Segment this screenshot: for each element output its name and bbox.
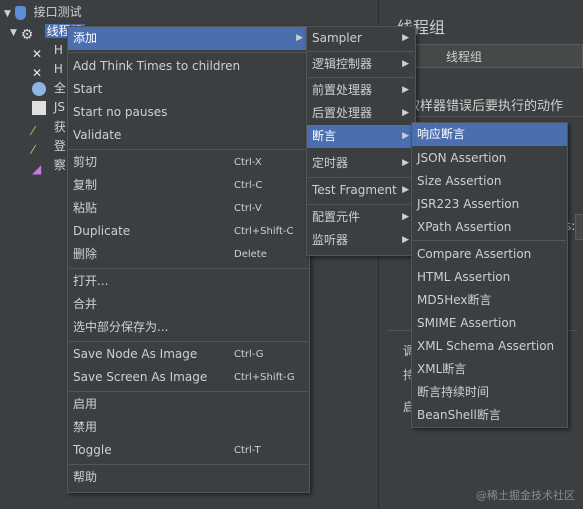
tree-node-child[interactable]: ✕ H [32,59,63,80]
assertion-item-jsr223[interactable]: JSR223 Assertion [412,193,567,216]
name-input-value: 线程组 [446,50,483,64]
menu-item-toggle[interactable]: Toggle Ctrl-T [68,439,309,462]
menu-item-add[interactable]: 添加 ▶ [68,27,309,50]
menu-item-start[interactable]: Start [68,78,309,101]
menu-item-save-selection-as[interactable]: 选中部分保存为... [68,316,309,339]
chevron-right-icon: ▶ [402,131,409,141]
menu-item-delete[interactable]: 删除 Delete [68,243,309,266]
menu-item-save-node-as-image[interactable]: Save Node As Image Ctrl-G [68,343,309,366]
menu-item-duplicate[interactable]: Duplicate Ctrl+Shift-C [68,220,309,243]
submenu-item-pre-processor[interactable]: 前置处理器 ▶ [307,79,415,102]
assertion-item-response[interactable]: 响应断言 [412,123,567,146]
assertion-submenu: 响应断言 JSON Assertion Size Assertion JSR22… [411,122,568,428]
menu-separator [69,149,308,150]
menu-item-start-no-pauses[interactable]: Start no pauses [68,101,309,124]
tree-node-child[interactable]: ◢ 察 [32,155,66,176]
tree-child-label: 获 [53,120,66,134]
menu-separator [413,240,566,241]
collapse-arrow-icon[interactable]: ▼ [4,9,11,19]
assertion-item-html[interactable]: HTML Assertion [412,266,567,289]
menu-item-paste[interactable]: 粘贴 Ctrl-V [68,197,309,220]
assertion-item-size[interactable]: Size Assertion [412,170,567,193]
submenu-item-test-fragment[interactable]: Test Fragment ▶ [307,179,415,202]
menu-separator [69,268,308,269]
tree-child-label: 登 [53,139,66,153]
assertion-item-smime[interactable]: SMIME Assertion [412,312,567,335]
tree-child-label: H [53,62,63,76]
menu-item-enable[interactable]: 启用 [68,393,309,416]
submenu-item-config-element[interactable]: 配置元件 ▶ [307,206,415,229]
submenu-item-sampler[interactable]: Sampler ▶ [307,27,415,50]
tree-child-label: 全 [53,81,66,95]
menu-separator [69,391,308,392]
submenu-item-logic-controller[interactable]: 逻辑控制器 ▶ [307,53,415,76]
chevron-right-icon: ▶ [402,33,409,43]
document-icon [32,100,46,115]
assertion-item-xml[interactable]: XML断言 [412,358,567,381]
submenu-item-listener[interactable]: 监听器 ▶ [307,229,415,252]
name-input[interactable]: 线程组 [413,44,583,68]
error-action-label: 取样器错误后要执行的动作 [407,99,564,114]
tree-node-child[interactable]: ⁄ 登 [32,136,66,157]
tree-node-child[interactable]: 全 [32,78,66,98]
assertion-item-xml-schema[interactable]: XML Schema Assertion [412,335,567,358]
tree-child-label: JS [53,100,65,114]
menu-item-validate[interactable]: Validate [68,124,309,147]
menu-item-merge[interactable]: 合并 [68,293,309,316]
collapse-arrow-icon[interactable]: ▼ [10,28,17,38]
submenu-item-assertion[interactable]: 断言 ▶ [307,125,415,148]
chevron-right-icon: ▶ [402,108,409,118]
tree-node-child[interactable]: ✕ H [32,40,63,61]
chart-icon: ◢ [32,161,42,176]
tree-node-child[interactable]: JS [32,97,65,117]
chevron-right-icon: ▶ [402,85,409,95]
menu-item-add-think-times[interactable]: Add Think Times to children [68,55,309,78]
globe-icon [32,81,46,96]
pipette-icon: ⁄ [32,142,35,157]
flask-icon [14,5,26,20]
wrench-icon: ✕ [32,65,43,80]
chevron-right-icon: ▶ [402,59,409,69]
menu-item-cut[interactable]: 剪切 Ctrl-X [68,151,309,174]
assertion-item-beanshell[interactable]: BeanShell断言 [412,404,567,427]
tree-child-label: H [53,43,63,57]
menu-separator [308,177,414,178]
gear-icon: ⚙ [20,26,34,43]
chevron-right-icon: ▶ [402,212,409,222]
submenu-item-post-processor[interactable]: 后置处理器 ▶ [307,102,415,125]
menu-item-help[interactable]: 帮助 [68,466,309,489]
chevron-right-icon: ▶ [402,185,409,195]
menu-item-save-screen-as-image[interactable]: Save Screen As Image Ctrl+Shift-G [68,366,309,389]
assertion-item-xpath[interactable]: XPath Assertion [412,216,567,239]
tree-node-child[interactable]: ⁄ 获 [32,117,66,138]
menu-separator [69,464,308,465]
menu-item-copy[interactable]: 复制 Ctrl-C [68,174,309,197]
assertion-item-duration[interactable]: 断言持续时间 [412,381,567,404]
menu-separator [69,341,308,342]
assertion-item-md5hex[interactable]: MD5Hex断言 [412,289,567,312]
context-menu: 添加 ▶ Add Think Times to children Start S… [67,26,310,493]
chevron-right-icon: ▶ [402,158,409,168]
wrench-icon: ✕ [32,46,43,61]
menu-separator [308,77,414,78]
pipette-icon: ⁄ [32,123,35,138]
add-submenu: Sampler ▶ 逻辑控制器 ▶ 前置处理器 ▶ 后置处理器 ▶ 断言 ▶ 定时器 ▶ T… [306,26,416,256]
tree-node-root[interactable]: ▼ 接口测试 [4,2,82,22]
chevron-right-icon: ▶ [296,33,303,43]
submenu-item-timer[interactable]: 定时器 ▶ [307,152,415,175]
chevron-right-icon: ▶ [402,235,409,245]
menu-item-open[interactable]: 打开... [68,270,309,293]
menu-separator [308,51,414,52]
tree-root-label: 接口测试 [33,5,82,19]
menu-item-disable[interactable]: 禁用 [68,416,309,439]
tree-child-label: 察 [53,158,66,172]
menu-separator [308,204,414,205]
assertion-item-json[interactable]: JSON Assertion [412,147,567,170]
menu-separator [69,52,308,53]
scroll-stub[interactable] [575,214,583,240]
assertion-item-compare[interactable]: Compare Assertion [412,243,567,266]
watermark: @稀土掘金技术社区 [476,489,575,502]
